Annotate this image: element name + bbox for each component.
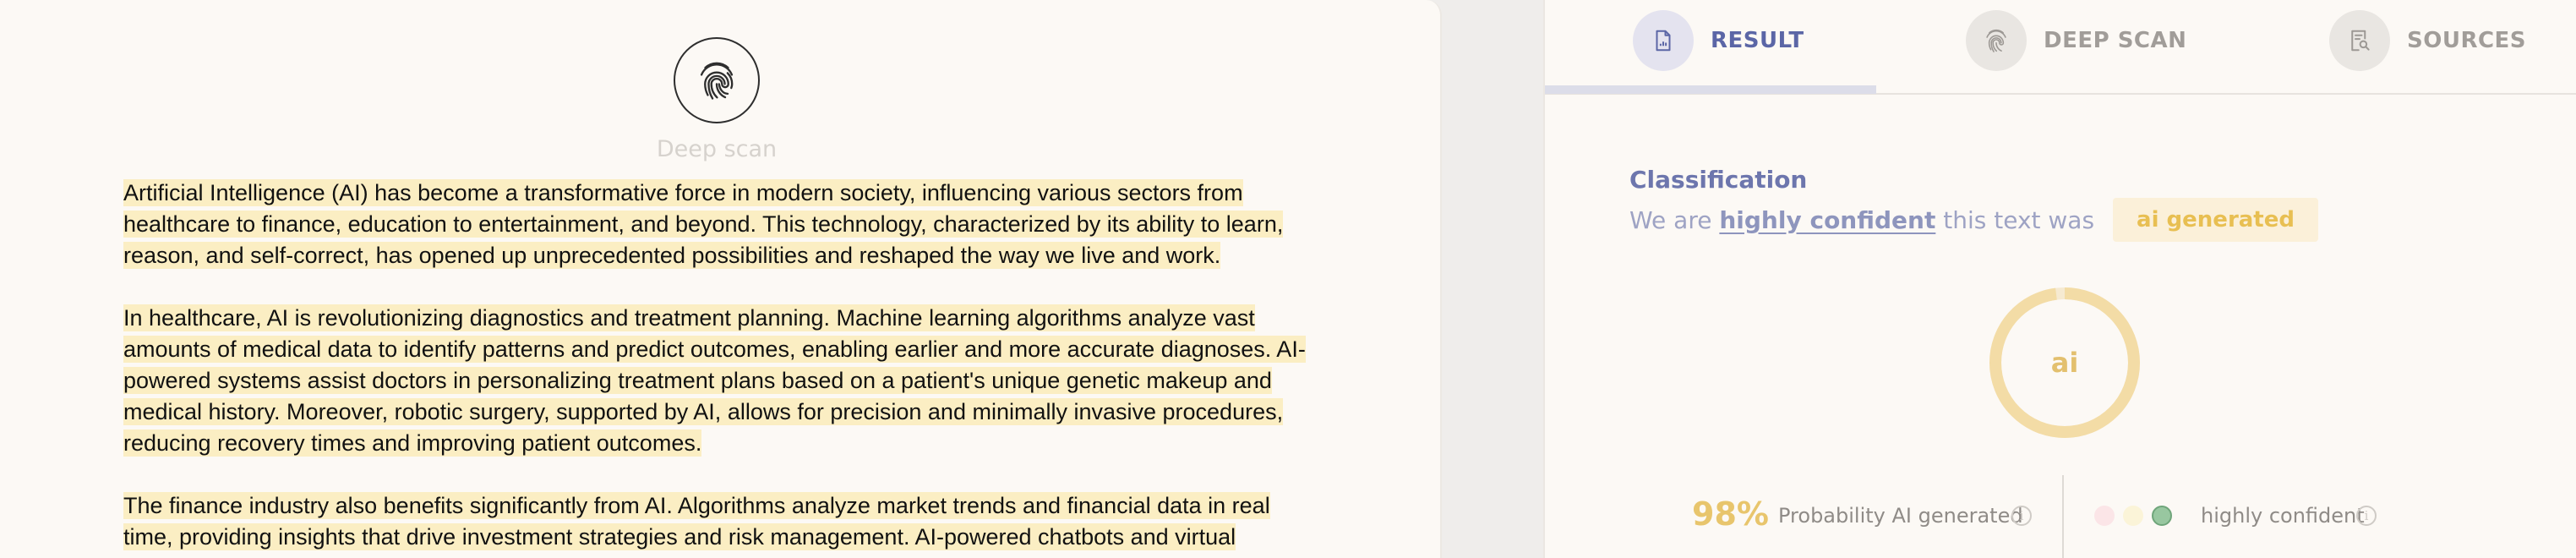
verdict-badge: ai generated bbox=[2113, 198, 2318, 242]
mixed-confidence-dot bbox=[2123, 506, 2143, 526]
report-icon-wrap bbox=[1633, 10, 1694, 71]
stats-row: 98% Probability AI generated i highly co… bbox=[1545, 472, 2576, 558]
stats-divider bbox=[2062, 475, 2064, 558]
document-panel: Deep scan Artificial Intelligence (AI) h… bbox=[0, 0, 1442, 558]
classification-title: Classification bbox=[1629, 166, 1808, 194]
info-icon[interactable]: i bbox=[2356, 506, 2377, 526]
probability-label: Probability AI generated bbox=[1778, 504, 2023, 528]
document-text: Artificial Intelligence (AI) has become … bbox=[123, 178, 1323, 558]
tab-sources-label: SOURCES bbox=[2407, 28, 2527, 53]
paragraph-3: The finance industry also benefits signi… bbox=[123, 490, 1323, 553]
paragraph-1: Artificial Intelligence (AI) has become … bbox=[123, 178, 1323, 271]
fingerprint-icon bbox=[1986, 29, 2006, 52]
highlighted-text: Artificial Intelligence (AI) has become … bbox=[123, 179, 1284, 269]
highlighted-text: The finance industry also benefits signi… bbox=[123, 492, 1270, 550]
tab-result-label: RESULT bbox=[1711, 28, 1804, 53]
paragraph-2: In healthcare, AI is revolutionizing dia… bbox=[123, 303, 1323, 459]
tab-result[interactable]: RESULT bbox=[1633, 8, 1804, 73]
active-tab-indicator bbox=[1545, 85, 1876, 94]
classification-sentence: We are highly confident this text was ai … bbox=[1629, 198, 2318, 242]
deep-scan-badge[interactable] bbox=[674, 37, 760, 123]
tab-deep-scan-label: DEEP SCAN bbox=[2044, 28, 2187, 53]
probability-value: 98% bbox=[1692, 495, 1769, 533]
deep-scan-label: Deep scan bbox=[656, 136, 778, 162]
results-panel: RESULT DEEP SCAN SOURCES Classification … bbox=[1543, 0, 2576, 558]
gauge-label: ai bbox=[2050, 347, 2079, 379]
result-tabs: RESULT DEEP SCAN SOURCES bbox=[1545, 0, 2576, 95]
confidence-label: highly confident bbox=[2201, 504, 2365, 528]
high-confidence-dot bbox=[2152, 506, 2172, 526]
report-icon bbox=[1656, 30, 1671, 52]
human-confidence-dot bbox=[2094, 506, 2115, 526]
confidence-link[interactable]: highly confident bbox=[1719, 206, 1935, 234]
classification-suffix: this text was bbox=[1935, 205, 2095, 234]
fingerprint-icon bbox=[700, 62, 734, 100]
highlighted-text: In healthcare, AI is revolutionizing dia… bbox=[123, 304, 1306, 457]
fingerprint-icon-wrap bbox=[1966, 10, 2027, 71]
tab-sources[interactable]: SOURCES bbox=[2329, 8, 2526, 73]
tab-deep-scan[interactable]: DEEP SCAN bbox=[1966, 8, 2186, 73]
classification-prefix: We are bbox=[1629, 205, 1720, 234]
document-search-icon bbox=[2351, 30, 2370, 52]
document-search-icon-wrap bbox=[2329, 10, 2390, 71]
info-icon[interactable]: i bbox=[2011, 506, 2032, 526]
